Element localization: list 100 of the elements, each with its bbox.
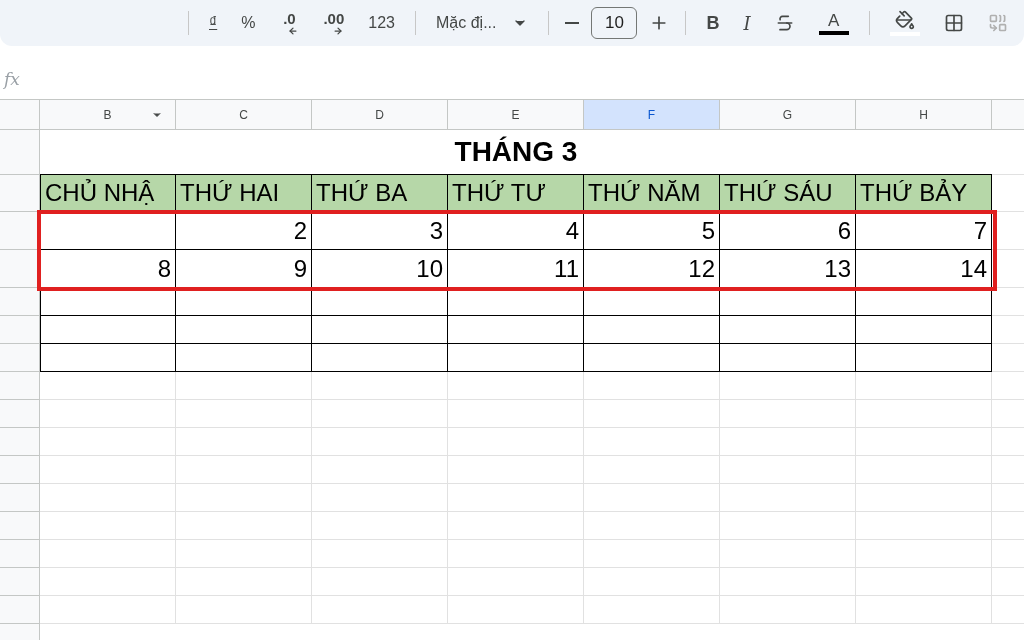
table-cell[interactable] (40, 344, 176, 372)
grid-cell[interactable] (176, 540, 312, 568)
row-header[interactable] (0, 212, 40, 250)
grid-cell[interactable] (312, 484, 448, 512)
grid-cell[interactable] (40, 512, 176, 540)
grid-cell[interactable] (312, 596, 448, 624)
grid-cell[interactable] (584, 512, 720, 540)
grid-cell[interactable] (312, 540, 448, 568)
grid-cell[interactable] (176, 428, 312, 456)
grid-cell[interactable] (40, 372, 176, 400)
table-cell[interactable] (584, 344, 720, 372)
grid-cell[interactable] (312, 428, 448, 456)
grid-cell[interactable] (176, 512, 312, 540)
table-cell[interactable] (176, 288, 312, 316)
grid-cell[interactable] (176, 568, 312, 596)
table-cell[interactable] (448, 288, 584, 316)
grid-cell[interactable] (176, 372, 312, 400)
table-cell[interactable] (448, 316, 584, 344)
table-cell[interactable] (856, 288, 992, 316)
grid-cell[interactable] (40, 484, 176, 512)
table-cell[interactable] (312, 316, 448, 344)
column-header[interactable]: B (40, 100, 176, 130)
font-size-field[interactable]: 10 (591, 7, 638, 39)
grid-cell[interactable] (856, 456, 992, 484)
column-header[interactable]: H (856, 100, 992, 130)
table-cell[interactable] (448, 344, 584, 372)
grid-cell[interactable] (312, 400, 448, 428)
column-header[interactable]: F (584, 100, 720, 130)
grid-cell[interactable] (720, 512, 856, 540)
decimal-button[interactable]: .0 (267, 7, 312, 39)
column-header[interactable]: G (720, 100, 856, 130)
grid-cell[interactable] (720, 484, 856, 512)
column-header[interactable]: C (176, 100, 312, 130)
format-button[interactable]: 123 (356, 7, 407, 39)
grid-cell[interactable] (856, 596, 992, 624)
bold-button[interactable]: B (694, 7, 732, 39)
grid-cell[interactable] (584, 428, 720, 456)
grid-cell[interactable] (856, 484, 992, 512)
grid-cell[interactable] (40, 540, 176, 568)
table-cell[interactable] (40, 316, 176, 344)
table-cell[interactable] (856, 316, 992, 344)
grid-cell[interactable] (176, 400, 312, 428)
decimal-button[interactable]: .00 (311, 7, 357, 39)
grid-cell[interactable] (584, 596, 720, 624)
column-header[interactable]: D (312, 100, 448, 130)
table-cell[interactable] (720, 316, 856, 344)
grid-cell[interactable] (720, 456, 856, 484)
grid-cell[interactable] (448, 568, 584, 596)
grid-cell[interactable] (176, 484, 312, 512)
grid-cell[interactable] (312, 512, 448, 540)
currency-button[interactable]: ₫ (197, 7, 230, 39)
grid-cell[interactable] (856, 568, 992, 596)
grid-cell[interactable] (312, 456, 448, 484)
grid-cell[interactable] (720, 428, 856, 456)
table-cell[interactable] (312, 344, 448, 372)
grid-cell[interactable] (720, 596, 856, 624)
grid-cell[interactable] (720, 568, 856, 596)
grid-cell[interactable] (448, 540, 584, 568)
table-cell[interactable] (40, 288, 176, 316)
grid-cell[interactable] (448, 428, 584, 456)
format-button[interactable]: % (229, 7, 268, 39)
grid-cell[interactable] (40, 428, 176, 456)
grid-cell[interactable] (40, 596, 176, 624)
text-color-button[interactable]: A (806, 7, 861, 39)
column-header[interactable]: E (448, 100, 584, 130)
grid-cell[interactable] (448, 484, 584, 512)
grid-cell[interactable] (40, 568, 176, 596)
grid-cell[interactable] (856, 428, 992, 456)
grid-cell[interactable] (448, 400, 584, 428)
table-cell[interactable] (856, 344, 992, 372)
table-cell[interactable] (720, 288, 856, 316)
table-cell[interactable] (584, 316, 720, 344)
grid-cell[interactable] (720, 372, 856, 400)
grid-cell[interactable] (584, 372, 720, 400)
column-header[interactable] (992, 100, 1024, 130)
grid-cell[interactable] (584, 484, 720, 512)
table-cell[interactable] (720, 344, 856, 372)
grid-cell[interactable] (584, 456, 720, 484)
table-cell[interactable] (176, 316, 312, 344)
table-cell[interactable] (584, 288, 720, 316)
grid-cell[interactable] (40, 400, 176, 428)
grid-cell[interactable] (720, 400, 856, 428)
grid-cell[interactable] (448, 512, 584, 540)
grid-cell[interactable] (584, 540, 720, 568)
font-dropdown[interactable]: Mặc đị... (424, 7, 541, 39)
grid-cell[interactable] (720, 540, 856, 568)
corner-cell[interactable] (0, 100, 40, 130)
grid-cell[interactable] (856, 400, 992, 428)
italic-button[interactable]: I (731, 7, 763, 39)
row-header[interactable] (0, 250, 40, 288)
grid-cell[interactable] (584, 400, 720, 428)
grid-cell[interactable] (312, 372, 448, 400)
grid-cell[interactable] (40, 456, 176, 484)
grid-cell[interactable] (176, 456, 312, 484)
table-cell[interactable] (312, 288, 448, 316)
grid-cell[interactable] (448, 596, 584, 624)
grid-cell[interactable] (176, 596, 312, 624)
grid-cell[interactable] (312, 568, 448, 596)
grid-cell[interactable] (584, 568, 720, 596)
grid-cell[interactable] (448, 456, 584, 484)
